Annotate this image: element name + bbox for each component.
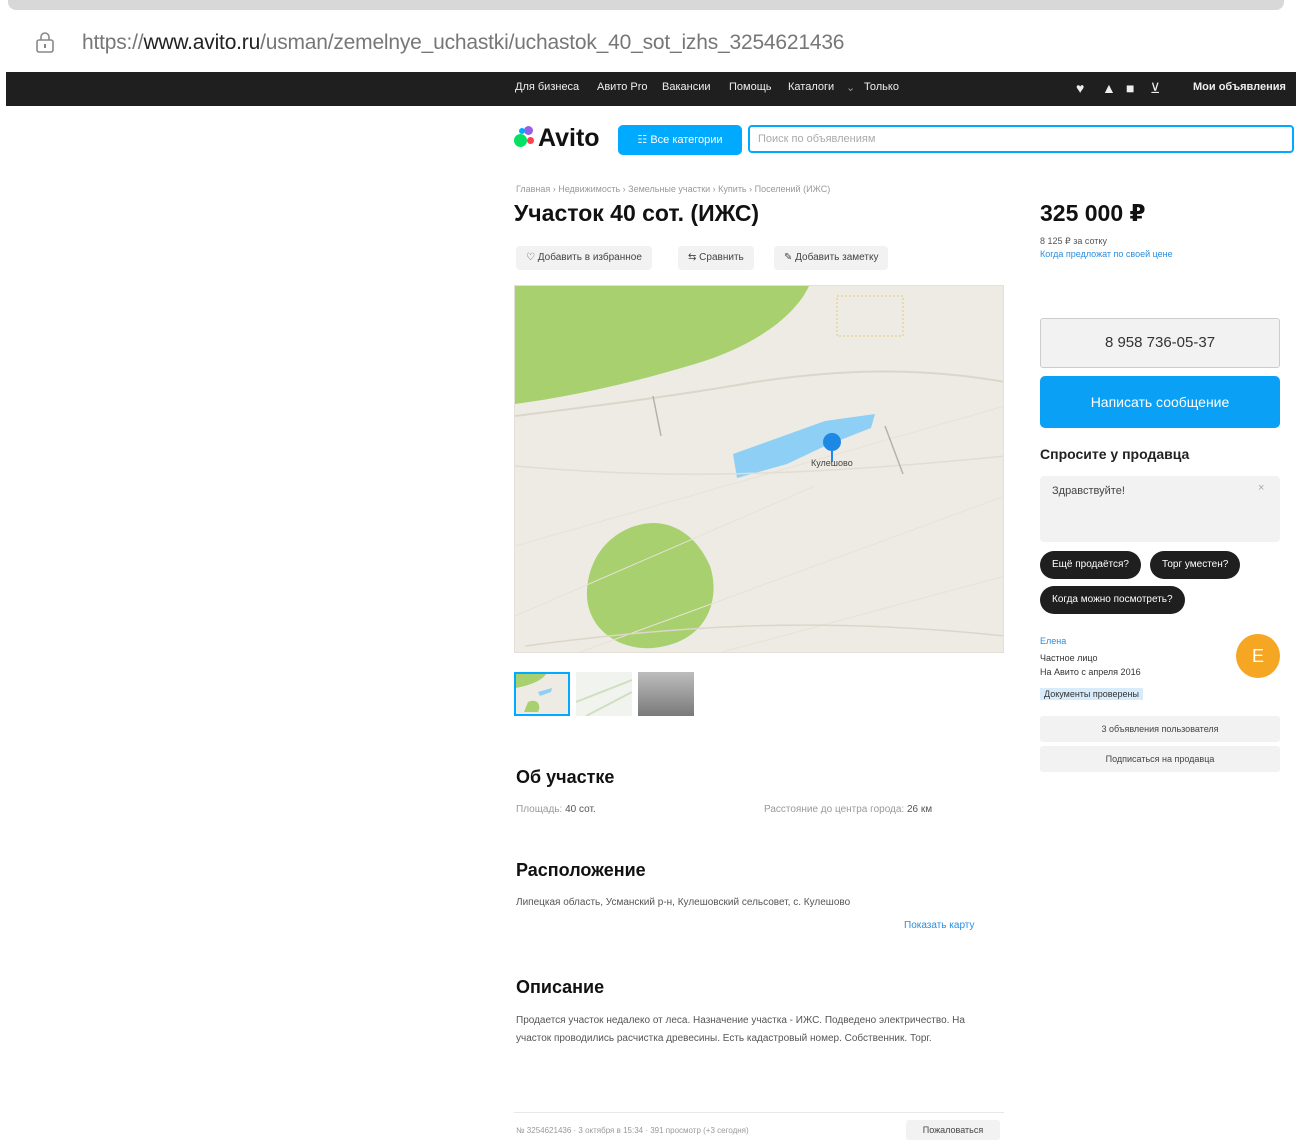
nav-business[interactable]: Для бизнеса <box>515 81 579 93</box>
nav-catalogs-chevron-icon: ⌄ <box>846 82 856 94</box>
area-row: Площадь: 40 сот. <box>516 801 596 819</box>
all-categories-button[interactable]: ☷ Все категории <box>618 125 742 155</box>
location-section-title: Расположение <box>516 860 646 880</box>
avatar[interactable]: Е <box>1236 634 1280 678</box>
footer-divider <box>514 1112 1004 1113</box>
address-text: Липецкая область, Усманский р-н, Кулешов… <box>516 897 851 908</box>
avito-logo[interactable]: Avito <box>514 124 600 153</box>
map-pin-icon <box>823 433 841 451</box>
heart-icon[interactable]: ♥ <box>1076 80 1084 96</box>
photo-thumbnail-scheme[interactable] <box>575 672 633 717</box>
distance-row: Расстояние до центра города: 26 км <box>764 801 932 819</box>
heart-outline-icon: ♡ <box>526 252 538 263</box>
show-map-link[interactable]: Показать карту <box>904 917 974 935</box>
nav-avito-pro[interactable]: Авито Pro <box>597 81 648 93</box>
chat-icon[interactable]: ■ <box>1126 80 1134 96</box>
show-phone-button[interactable]: 8 958 736-05-37 <box>1040 318 1280 368</box>
lock-icon <box>36 32 54 53</box>
ask-seller-input[interactable]: Здравствуйте! <box>1040 476 1280 542</box>
area-value: 40 сот. <box>565 804 596 815</box>
bell-icon[interactable]: ▲ <box>1102 80 1116 96</box>
nav-catalogs[interactable]: Каталоги <box>788 81 834 93</box>
seller-type: Частное лицо <box>1040 653 1098 663</box>
ask-seller-title: Спросите у продавца <box>1040 446 1190 462</box>
map-place-label: Кулешово <box>811 458 853 468</box>
write-message-button[interactable]: Написать сообщение <box>1040 376 1280 428</box>
description-text: Продается участок недалеко от леса. Назн… <box>516 1015 965 1044</box>
listing-map[interactable]: Кулешово <box>514 285 1004 653</box>
price: 325 000 ₽ <box>1040 200 1146 226</box>
add-note-button[interactable]: ✎ Добавить заметку <box>774 246 889 270</box>
photo-thumbnail-photo[interactable] <box>638 672 694 716</box>
logo-dots-icon <box>514 126 536 148</box>
grid-icon: ☷ <box>637 134 651 146</box>
subscribe-seller-button[interactable]: Подписаться на продавца <box>1040 746 1280 772</box>
browser-tab-strip <box>8 0 1284 10</box>
breadcrumb[interactable]: Главная › Недвижимость › Земельные участ… <box>516 184 830 194</box>
seller-verified-badge: Документы проверены <box>1040 688 1143 700</box>
seller-ads-button[interactable]: 3 объявления пользователя <box>1040 716 1280 742</box>
top-nav-bar: Для бизнеса Авито Pro Вакансии Помощь Ка… <box>6 72 1296 106</box>
note-icon: ✎ <box>784 252 796 263</box>
thumb-map-image <box>516 674 568 714</box>
compare-icon: ⇆ <box>688 252 700 263</box>
report-button[interactable]: Пожаловаться <box>906 1120 1000 1140</box>
price-offer-link[interactable]: Когда предложат по своей цене <box>1040 249 1173 259</box>
quick-question-still-selling[interactable]: Ещё продаётся? <box>1040 551 1141 579</box>
price-per-unit: 8 125 ₽ за сотку <box>1040 236 1107 246</box>
photo-thumbnail-map[interactable] <box>514 672 570 716</box>
clear-icon[interactable]: × <box>1258 482 1264 494</box>
quick-question-bargain[interactable]: Торг уместен? <box>1150 551 1241 579</box>
add-to-favorites-button[interactable]: ♡ Добавить в избранное <box>516 246 652 270</box>
distance-label: Расстояние до центра города: <box>764 804 905 815</box>
thumb-scheme-image <box>575 672 633 717</box>
distance-value: 26 км <box>907 804 933 815</box>
seller-since: На Авито с апреля 2016 <box>1040 667 1141 677</box>
about-section-title: Об участке <box>516 767 615 787</box>
listing-meta: № 3254621436 · 3 октября в 15:34 · 391 п… <box>516 1126 749 1135</box>
quick-question-viewing[interactable]: Когда можно посмотреть? <box>1040 586 1185 614</box>
search-input[interactable]: Поиск по объявлениям <box>748 125 1294 153</box>
map-canvas: Кулешово <box>515 286 1003 652</box>
area-label: Площадь: <box>516 804 563 815</box>
compare-button[interactable]: ⇆ Сравнить <box>678 246 754 270</box>
url-field[interactable]: https://www.avito.ru/usman/zemelnye_ucha… <box>82 31 844 55</box>
nav-vacancies[interactable]: Вакансии <box>662 81 711 93</box>
nav-help[interactable]: Помощь <box>729 81 772 93</box>
nav-only[interactable]: Только <box>864 81 899 93</box>
description-section-title: Описание <box>516 977 605 997</box>
nav-my-ads[interactable]: Мои объявления <box>1193 81 1286 93</box>
cart-icon[interactable]: ⊻ <box>1150 80 1160 97</box>
seller-name-link[interactable]: Елена <box>1040 636 1066 646</box>
page-title: Участок 40 сот. (ИЖС) <box>514 200 760 226</box>
